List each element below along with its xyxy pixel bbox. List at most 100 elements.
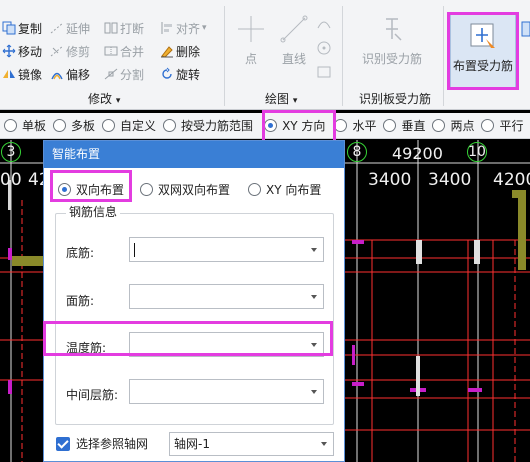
align-icon — [161, 22, 172, 34]
field-label-top: 面筋: — [66, 294, 95, 308]
radio-xy[interactable]: XY 向布置 — [248, 181, 321, 198]
dimension-text: 4200 — [493, 170, 530, 190]
offset-button[interactable]: 偏移 — [50, 64, 90, 84]
mirror-icon — [3, 70, 15, 78]
break-button[interactable]: 打断 — [104, 18, 144, 38]
radio-icon[interactable] — [4, 119, 17, 132]
point-button[interactable]: 点 — [233, 14, 269, 67]
delete-label: 删除 — [176, 44, 201, 59]
dimension-text: 49200 — [392, 144, 443, 163]
identify-rebar-icon — [386, 18, 402, 41]
radio-icon[interactable] — [432, 119, 446, 132]
radio-icon[interactable] — [334, 119, 348, 132]
trim-button[interactable]: 修剪 — [50, 41, 90, 61]
align-button[interactable]: 对齐 ▾ — [160, 18, 207, 38]
identify-group-label: 识别板受力筋 — [359, 92, 432, 106]
trim-icon — [50, 45, 64, 57]
grid-select[interactable]: 轴网-1 — [169, 432, 334, 456]
circle-button[interactable] — [316, 40, 332, 56]
bottom-rebar-combo[interactable] — [129, 237, 324, 262]
modify-group-label[interactable]: 修改 ▾ — [88, 90, 120, 107]
middle-rebar-combo[interactable] — [129, 379, 324, 404]
radio-label: 双向布置 — [76, 183, 125, 197]
rotate-label: 旋转 — [176, 67, 201, 82]
rotate-button[interactable]: 旋转 — [160, 64, 200, 84]
radio-icon[interactable] — [481, 119, 495, 132]
opt-vertical[interactable]: 垂直 — [383, 117, 425, 134]
split-button[interactable]: 分割 — [104, 64, 144, 84]
move-button[interactable]: 移动 — [2, 41, 42, 61]
delete-button[interactable]: 删除 — [160, 41, 200, 61]
rect-button[interactable] — [316, 64, 332, 80]
opt-horizontal[interactable]: 水平 — [334, 117, 376, 134]
identify-rebar-button[interactable]: 识别受力筋 — [350, 14, 434, 67]
field-label-temperature: 温度筋: — [66, 341, 107, 355]
radio-icon[interactable] — [102, 119, 116, 132]
ribbon: 复制 延伸 打断 对齐 ▾ 移动 修剪 合并 删除 镜像 偏移 分割 旋转 修改… — [0, 0, 530, 110]
checkbox-icon[interactable] — [56, 436, 70, 451]
extend-button[interactable]: 延伸 — [50, 18, 90, 38]
radio-icon[interactable] — [140, 183, 153, 196]
chevron-down-icon: ▾ — [292, 96, 298, 106]
checkbox-label: 选择参照轴网 — [76, 437, 149, 451]
opt-label: 单板 — [22, 119, 47, 133]
temperature-rebar-combo[interactable] — [129, 332, 324, 357]
radio-double-net[interactable]: 双网双向布置 — [140, 181, 230, 198]
opt-label: XY 方向 — [282, 119, 326, 133]
opt-label: 多板 — [71, 119, 96, 133]
axis-label-3: 3 — [1, 142, 21, 162]
radio-bidirectional[interactable]: 双向布置 — [58, 181, 124, 198]
opt-parallel[interactable]: 平行 — [481, 117, 524, 134]
opt-label: 平行 — [499, 119, 524, 133]
line-button[interactable]: 直线 — [274, 14, 314, 67]
text-caret — [134, 243, 135, 257]
reference-grid-checkbox-row[interactable]: 选择参照轴网 — [56, 435, 148, 452]
dimension-text: 00 — [0, 170, 22, 190]
opt-by-range[interactable]: 按受力筋范围 — [163, 117, 253, 134]
radio-icon[interactable] — [248, 183, 261, 196]
extend-label: 延伸 — [66, 21, 91, 36]
merge-icon — [104, 46, 118, 56]
rotate-icon — [162, 67, 172, 79]
place-rebar-label: 布置受力筋 — [452, 59, 513, 73]
copy-icon — [2, 21, 16, 35]
place-rebar-button[interactable]: 布置受力筋 — [450, 14, 516, 90]
circle-icon — [317, 41, 331, 55]
merge-button[interactable]: 合并 — [104, 41, 144, 61]
draw-group-label[interactable]: 绘图 ▾ — [265, 90, 297, 107]
radio-icon[interactable] — [383, 119, 397, 132]
chevron-down-icon[interactable] — [311, 295, 317, 299]
chevron-down-icon[interactable] — [311, 390, 317, 394]
radio-icon[interactable] — [264, 119, 278, 132]
move-label: 移动 — [18, 44, 43, 59]
radio-icon[interactable] — [163, 119, 177, 132]
place-rebar-icon — [470, 23, 495, 48]
option-bar: 单板 多板 自定义 按受力筋范围 XY 方向 水平 垂直 两点 平行 — [0, 113, 530, 139]
chevron-down-icon[interactable] — [311, 248, 317, 252]
radio-icon[interactable] — [58, 183, 71, 196]
chevron-down-icon[interactable] — [321, 442, 327, 446]
chevron-down-icon[interactable] — [311, 343, 317, 347]
mirror-button[interactable]: 镜像 — [2, 64, 42, 84]
top-rebar-combo[interactable] — [129, 284, 324, 309]
identify-rebar-label: 识别受力筋 — [361, 52, 422, 66]
copy-button[interactable]: 复制 — [2, 18, 42, 38]
field-label-bottom: 底筋: — [66, 246, 95, 260]
opt-custom[interactable]: 自定义 — [102, 117, 156, 134]
arc-button[interactable] — [316, 16, 332, 32]
dialog-title: 智能布置 — [44, 141, 344, 168]
radio-icon[interactable] — [53, 119, 67, 132]
opt-single-board[interactable]: 单板 — [4, 117, 46, 134]
field-label-middle: 中间层筋: — [66, 388, 119, 402]
extend-icon — [50, 22, 64, 34]
rebar-info-legend: 钢筋信息 — [66, 203, 121, 220]
move-icon — [2, 44, 16, 58]
dimension-text: 3400 — [428, 170, 472, 190]
opt-two-points[interactable]: 两点 — [432, 117, 474, 134]
next-ribbon-button[interactable] — [520, 20, 530, 60]
opt-multi-board[interactable]: 多板 — [53, 117, 95, 134]
break-label: 打断 — [120, 21, 145, 36]
rectangle-icon — [317, 66, 331, 78]
align-label: 对齐 — [176, 21, 201, 36]
opt-xy-direction[interactable]: XY 方向 — [264, 117, 325, 134]
